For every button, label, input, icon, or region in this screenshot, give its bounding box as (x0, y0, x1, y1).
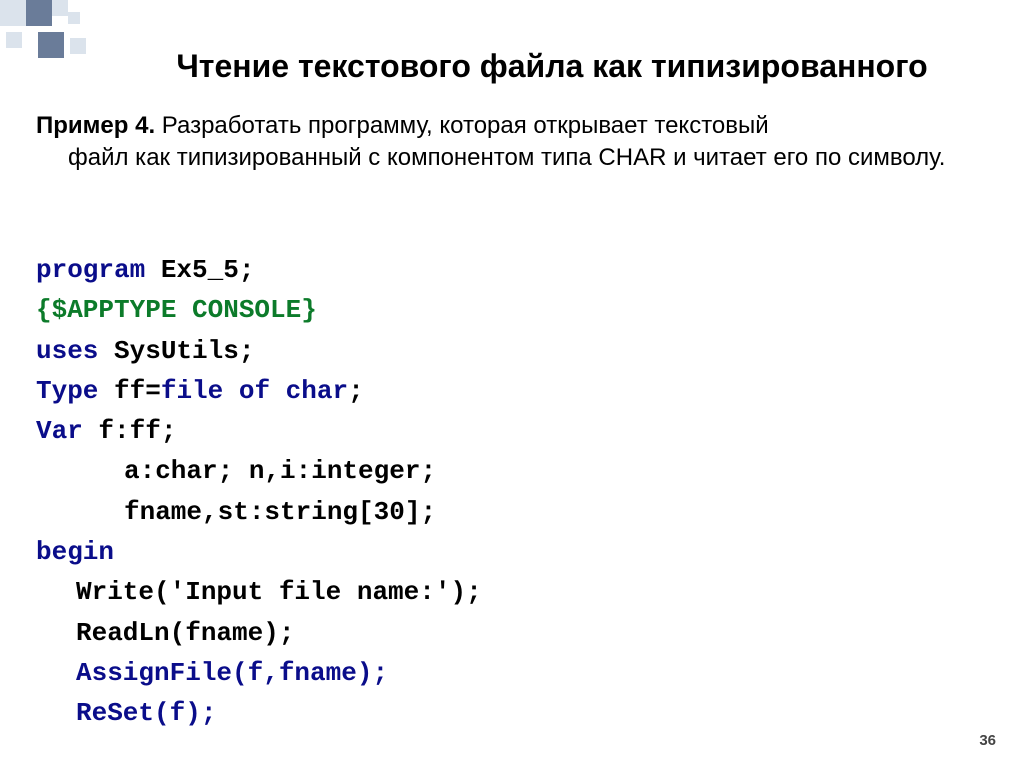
code-text: ReadLn(fname); (76, 618, 294, 648)
example-label: Пример 4. (36, 112, 155, 139)
code-line: a:char; n,i:integer; (36, 451, 988, 491)
keyword: AssignFile(f,fname); (76, 658, 388, 688)
decor-square (26, 0, 52, 26)
keyword: begin (36, 537, 114, 567)
code-line: Type ff=file of char; (36, 371, 988, 411)
directive: {$APPTYPE CONSOLE} (36, 295, 317, 325)
keyword: program (36, 255, 145, 285)
code-line: begin (36, 532, 988, 572)
code-line: Var f:ff; (36, 411, 988, 451)
code-text: a:char; n,i:integer; (124, 456, 436, 486)
code-text: Ex5_5; (145, 255, 254, 285)
keyword: Var (36, 416, 83, 446)
code-line: AssignFile(f,fname); (36, 653, 988, 693)
keyword: file of char (161, 376, 348, 406)
code-line: fname,st:string[30]; (36, 492, 988, 532)
slide-title: Чтение текстового файла как типизированн… (0, 48, 1024, 85)
keyword: uses (36, 336, 98, 366)
example-text-line2: файл как типизированный с компонентом ти… (36, 142, 1000, 174)
decor-square (0, 0, 26, 26)
decor-square (68, 12, 80, 24)
code-line: uses SysUtils; (36, 331, 988, 371)
code-text: Write('Input file name:'); (76, 577, 482, 607)
code-block: program Ex5_5; {$APPTYPE CONSOLE} uses S… (36, 250, 988, 734)
example-text-line1: Разработать программу, которая открывает… (155, 112, 769, 139)
keyword: Type (36, 376, 98, 406)
code-line: ReadLn(fname); (36, 613, 988, 653)
code-line: program Ex5_5; (36, 250, 988, 290)
example-description: Пример 4. Разработать программу, которая… (36, 110, 1000, 175)
page-number: 36 (979, 732, 996, 749)
code-line: Write('Input file name:'); (36, 572, 988, 612)
code-line: {$APPTYPE CONSOLE} (36, 290, 988, 330)
decor-square (52, 0, 68, 16)
code-text: ff= (98, 376, 160, 406)
code-text: f:ff; (83, 416, 177, 446)
code-line: ReSet(f); (36, 693, 988, 733)
code-text: ; (348, 376, 364, 406)
code-text: SysUtils; (98, 336, 254, 366)
keyword: ReSet(f); (76, 698, 216, 728)
code-text: fname,st:string[30]; (124, 497, 436, 527)
decor-square (6, 32, 22, 48)
